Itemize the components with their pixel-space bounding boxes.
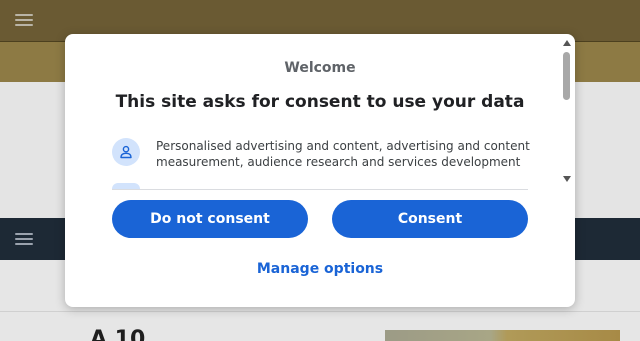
dialog-divider	[112, 189, 528, 190]
dialog-welcome: Welcome	[284, 60, 356, 76]
dialog-scrollbar[interactable]	[560, 38, 572, 184]
purpose-item: Personalised advertising and content, ad…	[112, 137, 532, 177]
scroll-up-arrow-icon[interactable]	[563, 40, 571, 46]
person-icon	[112, 138, 140, 166]
dialog-title: This site asks for consent to use your d…	[115, 92, 525, 112]
scrollbar-thumb[interactable]	[563, 52, 570, 100]
consent-button[interactable]: Consent	[332, 200, 528, 238]
do-not-consent-button[interactable]: Do not consent	[112, 200, 308, 238]
manage-options-link[interactable]: Manage options	[65, 261, 575, 277]
purpose-description: Personalised advertising and content, ad…	[156, 139, 530, 169]
consent-dialog: Welcome This site asks for consent to us…	[65, 34, 575, 307]
scroll-down-arrow-icon[interactable]	[563, 176, 571, 182]
